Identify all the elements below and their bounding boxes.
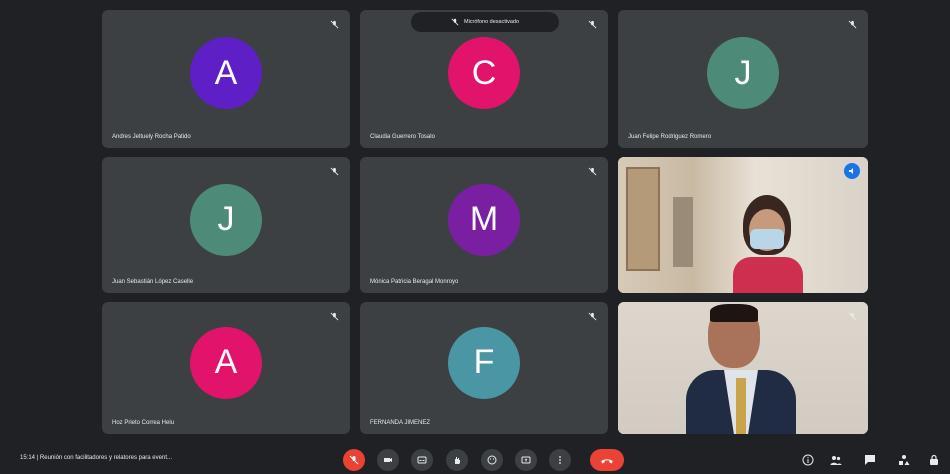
bottom-bar: 15:14 | Reunión con facilitadores y rela… xyxy=(0,436,950,474)
mic-off-icon xyxy=(586,310,598,322)
avatar: A xyxy=(190,37,262,110)
participant-tile[interactable]: F FERNANDA JIMENEZ xyxy=(360,302,608,434)
mic-off-icon xyxy=(846,310,858,322)
avatar-initial: A xyxy=(214,53,238,92)
avatar-initial: J xyxy=(734,53,752,92)
reactions-button[interactable] xyxy=(481,449,503,471)
end-call-button[interactable] xyxy=(590,449,624,471)
mic-off-icon xyxy=(328,310,340,322)
face-mask xyxy=(750,229,784,249)
end-call-icon xyxy=(601,459,613,464)
video-off-icon xyxy=(384,458,392,462)
present-button[interactable] xyxy=(515,449,537,471)
activities-icon[interactable] xyxy=(897,453,911,467)
participant-tile[interactable]: J Juan Felipe Rodriguez Romero xyxy=(618,10,868,148)
participant-name: Juan Sebastián López Caselle xyxy=(112,279,194,285)
participant-tile[interactable]: M Mónica Patricia Beragal Monroyo xyxy=(360,157,608,293)
more-options-button[interactable] xyxy=(549,449,571,471)
present-icon xyxy=(521,456,531,464)
participant-name: Claudia Guerrero Tosalo xyxy=(370,134,435,140)
raise-hand-button[interactable] xyxy=(446,449,468,471)
camera-button[interactable] xyxy=(377,449,399,471)
pin-icon[interactable] xyxy=(844,163,860,179)
mic-off-icon xyxy=(586,18,598,30)
toast-text: Micrófono desactivado xyxy=(463,19,520,25)
mic-off-icon xyxy=(349,455,359,465)
meeting-info: 15:14 | Reunión con facilitadores y rela… xyxy=(20,455,172,461)
mic-off-button[interactable] xyxy=(343,449,365,471)
video-tile[interactable] xyxy=(618,302,868,434)
video-door xyxy=(626,167,660,271)
participant-grid: A Andres Jeltuely Rocha Patido C Claudia… xyxy=(102,10,870,434)
more-icon xyxy=(559,456,561,464)
participant-tile[interactable]: A Hoz Prieto Correa Helu xyxy=(102,302,350,434)
people-icon[interactable] xyxy=(829,453,843,467)
lock-icon[interactable] xyxy=(927,453,941,467)
video-tile[interactable] xyxy=(618,157,868,293)
video-person xyxy=(733,195,803,293)
participant-name: Hoz Prieto Correa Helu xyxy=(112,420,175,426)
avatar: M xyxy=(448,183,520,256)
participant-name: Juan Felipe Rodriguez Romero xyxy=(628,134,712,140)
avatar-initial: F xyxy=(473,343,495,382)
avatar: A xyxy=(190,326,262,399)
mic-off-icon xyxy=(328,18,340,30)
mic-off-icon xyxy=(451,18,459,26)
participant-tile[interactable]: A Andres Jeltuely Rocha Patido xyxy=(102,10,350,148)
avatar-initial: C xyxy=(471,53,497,92)
captions-button[interactable] xyxy=(411,449,433,471)
avatar-initial: J xyxy=(217,200,235,239)
avatar-initial: A xyxy=(214,343,238,382)
participant-name: Andres Jeltuely Rocha Patido xyxy=(112,134,191,140)
avatar: J xyxy=(707,37,779,110)
avatar: J xyxy=(190,183,262,256)
chat-icon[interactable] xyxy=(863,453,877,467)
participant-name: Mónica Patricia Beragal Monroyo xyxy=(370,279,459,285)
avatar: C xyxy=(448,37,520,110)
mic-off-icon xyxy=(586,165,598,177)
avatar-initial: M xyxy=(469,200,499,239)
video-person xyxy=(686,304,796,434)
mic-off-icon xyxy=(846,18,858,30)
avatar: F xyxy=(448,326,520,399)
emoji-icon xyxy=(487,455,497,465)
participant-tile[interactable]: J Juan Sebastián López Caselle xyxy=(102,157,350,293)
captions-icon xyxy=(417,456,427,464)
video-shelf xyxy=(673,197,693,267)
info-icon[interactable] xyxy=(801,453,815,467)
mic-off-icon xyxy=(328,165,340,177)
mic-muted-toast: Micrófono desactivado xyxy=(411,12,559,32)
hand-icon xyxy=(455,457,460,464)
participant-name: FERNANDA JIMENEZ xyxy=(370,420,431,426)
